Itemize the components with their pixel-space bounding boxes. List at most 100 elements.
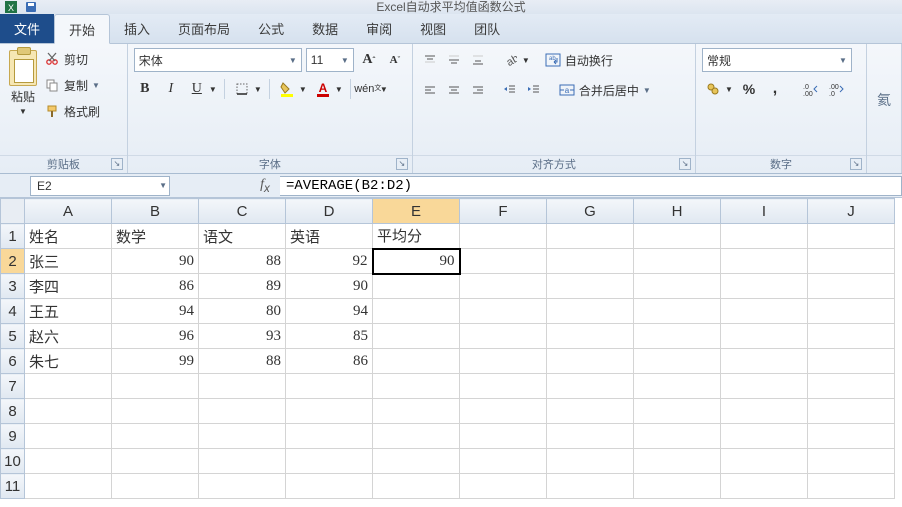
- worksheet[interactable]: ABCDEFGHIJ1姓名数学语文英语平均分2张三908892903李四8689…: [0, 198, 902, 499]
- cell-J4[interactable]: [808, 299, 895, 324]
- chevron-down-icon[interactable]: ▼: [521, 49, 531, 71]
- row-5[interactable]: 5: [1, 324, 25, 349]
- cell-F5[interactable]: [460, 324, 547, 349]
- cell-B6[interactable]: 99: [112, 349, 199, 374]
- row-6[interactable]: 6: [1, 349, 25, 374]
- cell-A10[interactable]: [25, 449, 112, 474]
- cell-E1[interactable]: 平均分: [373, 224, 460, 249]
- cell-F1[interactable]: [460, 224, 547, 249]
- cell-H9[interactable]: [634, 424, 721, 449]
- cell-C1[interactable]: 语文: [199, 224, 286, 249]
- cell-B4[interactable]: 94: [112, 299, 199, 324]
- dialog-launcher-icon[interactable]: ↘: [396, 158, 408, 170]
- cell-C6[interactable]: 88: [199, 349, 286, 374]
- cell-A11[interactable]: [25, 474, 112, 499]
- cell-F3[interactable]: [460, 274, 547, 299]
- cell-I5[interactable]: [721, 324, 808, 349]
- cell-B10[interactable]: [112, 449, 199, 474]
- cell-C3[interactable]: 89: [199, 274, 286, 299]
- dialog-launcher-icon[interactable]: ↘: [679, 158, 691, 170]
- comma-style-button[interactable]: ,: [764, 78, 786, 100]
- cell-J11[interactable]: [808, 474, 895, 499]
- cell-H2[interactable]: [634, 249, 721, 274]
- row-7[interactable]: 7: [1, 374, 25, 399]
- cell-A7[interactable]: [25, 374, 112, 399]
- cell-C9[interactable]: [199, 424, 286, 449]
- cell-G10[interactable]: [547, 449, 634, 474]
- cell-B8[interactable]: [112, 399, 199, 424]
- cell-G11[interactable]: [547, 474, 634, 499]
- col-J[interactable]: J: [808, 199, 895, 224]
- row-1[interactable]: 1: [1, 224, 25, 249]
- cell-E5[interactable]: [373, 324, 460, 349]
- cell-C8[interactable]: [199, 399, 286, 424]
- cell-H5[interactable]: [634, 324, 721, 349]
- save-icon[interactable]: [22, 0, 40, 14]
- cell-F6[interactable]: [460, 349, 547, 374]
- col-H[interactable]: H: [634, 199, 721, 224]
- cell-G7[interactable]: [547, 374, 634, 399]
- cell-F4[interactable]: [460, 299, 547, 324]
- cell-C4[interactable]: 80: [199, 299, 286, 324]
- cell-H11[interactable]: [634, 474, 721, 499]
- align-bottom-button[interactable]: [467, 49, 489, 71]
- col-D[interactable]: D: [286, 199, 373, 224]
- underline-button[interactable]: U: [186, 78, 208, 100]
- cell-E9[interactable]: [373, 424, 460, 449]
- select-all[interactable]: [1, 199, 25, 224]
- increase-font-button[interactable]: Aˆ: [358, 49, 380, 71]
- font-name-combo[interactable]: 宋体▼: [134, 48, 302, 72]
- cell-H10[interactable]: [634, 449, 721, 474]
- tab-0[interactable]: 开始: [54, 14, 110, 44]
- cell-G8[interactable]: [547, 399, 634, 424]
- cell-A3[interactable]: 李四: [25, 274, 112, 299]
- cell-J1[interactable]: [808, 224, 895, 249]
- tab-5[interactable]: 审阅: [352, 14, 406, 43]
- paste-button[interactable]: 粘贴 ▼: [6, 48, 40, 118]
- cell-H3[interactable]: [634, 274, 721, 299]
- number-format-combo[interactable]: 常规▼: [702, 48, 852, 72]
- tab-6[interactable]: 视图: [406, 14, 460, 43]
- cell-G6[interactable]: [547, 349, 634, 374]
- cell-B1[interactable]: 数学: [112, 224, 199, 249]
- cell-G5[interactable]: [547, 324, 634, 349]
- cell-G9[interactable]: [547, 424, 634, 449]
- align-top-button[interactable]: [419, 49, 441, 71]
- cell-D3[interactable]: 90: [286, 274, 373, 299]
- accounting-format-button[interactable]: [702, 78, 724, 100]
- cell-F8[interactable]: [460, 399, 547, 424]
- cell-D1[interactable]: 英语: [286, 224, 373, 249]
- row-4[interactable]: 4: [1, 299, 25, 324]
- cell-I3[interactable]: [721, 274, 808, 299]
- border-button[interactable]: [231, 78, 253, 100]
- decrease-decimal-button[interactable]: .00.0: [826, 78, 848, 100]
- cell-B3[interactable]: 86: [112, 274, 199, 299]
- cell-H6[interactable]: [634, 349, 721, 374]
- chevron-down-icon[interactable]: ▼: [334, 78, 344, 100]
- cell-I10[interactable]: [721, 449, 808, 474]
- cell-I8[interactable]: [721, 399, 808, 424]
- fx-icon[interactable]: fx: [250, 177, 280, 195]
- cell-J8[interactable]: [808, 399, 895, 424]
- cell-A6[interactable]: 朱七: [25, 349, 112, 374]
- decrease-indent-button[interactable]: [499, 79, 521, 101]
- format-painter-button[interactable]: 格式刷: [44, 100, 100, 122]
- file-tab[interactable]: 文件: [0, 14, 54, 43]
- cell-I6[interactable]: [721, 349, 808, 374]
- cell-D5[interactable]: 85: [286, 324, 373, 349]
- chevron-down-icon[interactable]: ▼: [379, 78, 389, 100]
- cell-F9[interactable]: [460, 424, 547, 449]
- increase-decimal-button[interactable]: .0.00: [800, 78, 822, 100]
- align-center-button[interactable]: [443, 79, 465, 101]
- tab-1[interactable]: 插入: [110, 14, 164, 43]
- cell-A9[interactable]: [25, 424, 112, 449]
- cell-A1[interactable]: 姓名: [25, 224, 112, 249]
- name-box[interactable]: E2▼: [30, 176, 170, 196]
- cell-I4[interactable]: [721, 299, 808, 324]
- cell-G4[interactable]: [547, 299, 634, 324]
- cell-D6[interactable]: 86: [286, 349, 373, 374]
- col-B[interactable]: B: [112, 199, 199, 224]
- col-C[interactable]: C: [199, 199, 286, 224]
- cell-I1[interactable]: [721, 224, 808, 249]
- align-left-button[interactable]: [419, 79, 441, 101]
